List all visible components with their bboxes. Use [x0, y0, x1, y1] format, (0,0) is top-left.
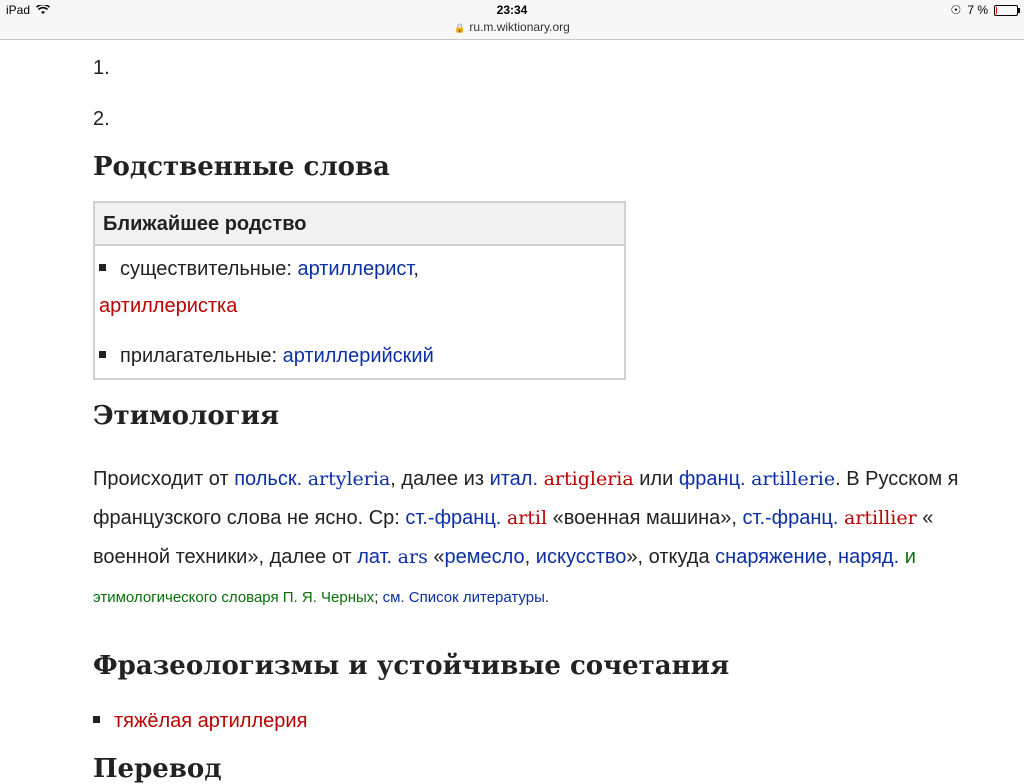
- text: «военная машина»,: [547, 507, 743, 529]
- section-heading-translation[interactable]: Перевод: [93, 754, 222, 784]
- word-artyleria: artyleria: [307, 468, 391, 490]
- word-artillerie: artillerie: [751, 468, 836, 490]
- link-remeslo[interactable]: ремесло: [445, 546, 525, 568]
- text: французского слова не ясно. Ср:: [93, 507, 406, 529]
- clock: 23:34: [496, 3, 528, 17]
- link-italian[interactable]: итал.: [490, 468, 538, 490]
- battery-icon: [994, 4, 1020, 16]
- redlink-artilleristka[interactable]: артиллеристка: [99, 295, 237, 317]
- text: ;: [374, 589, 383, 606]
- battery-percent: 7 %: [967, 3, 988, 17]
- rotation-lock-icon: ☉: [950, 3, 962, 17]
- adj-label: прилагательные:: [120, 345, 278, 367]
- text: ,: [826, 546, 839, 568]
- section-heading-phrases[interactable]: Фразеологизмы и устойчивые сочетания: [93, 651, 729, 681]
- word-artil: artil: [506, 507, 548, 529]
- section-heading-related[interactable]: Родственные слова: [93, 152, 390, 182]
- word-ars: ars: [397, 546, 428, 568]
- text: военной техники», далее от: [93, 546, 358, 568]
- section-heading-etymology[interactable]: Этимология: [93, 401, 279, 431]
- related-words-box: Ближайшее родство существительные: артил…: [93, 201, 626, 380]
- meaning-number-2: 2.: [93, 108, 110, 130]
- etymology-source-line: этимологического словаря П. Я. Черных; с…: [93, 589, 549, 606]
- link-polish[interactable]: польск.: [234, 468, 302, 490]
- text: «: [916, 507, 934, 529]
- word-artigleria: artigleria: [543, 468, 634, 490]
- link-literature-list[interactable]: см. Список литературы: [383, 589, 545, 606]
- related-adj-line: прилагательные: артиллерийский: [99, 345, 434, 368]
- related-nouns-line: существительные: артиллерист,: [99, 258, 419, 281]
- link-old-french-2[interactable]: ст.-франц.: [743, 507, 839, 529]
- link-naryad[interactable]: наряд.: [838, 546, 899, 568]
- link-french[interactable]: франц.: [679, 468, 746, 490]
- text: », откуда: [626, 546, 716, 568]
- bullet-icon: [93, 716, 100, 724]
- nouns-label: существительные:: [120, 258, 292, 280]
- link-latin[interactable]: лат.: [357, 546, 392, 568]
- phrase-item: тяжёлая артиллерия: [93, 710, 307, 733]
- link-snaryazhenie[interactable]: снаряжение: [715, 546, 827, 568]
- lock-icon: 🔒: [454, 23, 466, 33]
- meaning-number-1: 1.: [93, 57, 110, 79]
- word-artillier: artillier: [844, 507, 917, 529]
- text: .: [544, 589, 550, 606]
- text: или: [633, 468, 679, 490]
- redlink-heavy-artillery[interactable]: тяжёлая артиллерия: [114, 710, 307, 732]
- bullet-icon: [99, 264, 106, 272]
- etymology-line-1: Происходит от польск. artyleria, далее и…: [93, 468, 958, 491]
- text: и: [899, 546, 916, 568]
- text: , далее из: [390, 468, 490, 490]
- link-artillerist[interactable]: артиллерист: [297, 258, 413, 280]
- text: ,: [524, 546, 536, 568]
- link-chernykh-dictionary[interactable]: этимологического словаря П. Я. Черных: [93, 589, 374, 606]
- status-right: ☉ 7 %: [950, 3, 1020, 17]
- link-iskusstvo[interactable]: искусство: [536, 546, 627, 568]
- related-nouns-line-2: артиллеристка: [99, 295, 237, 318]
- link-artilleriyskiy[interactable]: артиллерийский: [283, 345, 434, 367]
- text: «: [427, 546, 445, 568]
- text: Происходит от: [93, 468, 235, 490]
- etymology-line-3: военной техники», далее от лат. ars «рем…: [93, 546, 916, 569]
- etymology-line-2: французского слова не ясно. Ср: ст.-фран…: [93, 507, 933, 530]
- bullet-icon: [99, 351, 106, 359]
- text: . В Русском я: [835, 468, 959, 490]
- comma: ,: [413, 258, 419, 280]
- url-text: ru.m.wiktionary.org: [469, 20, 570, 34]
- related-box-title[interactable]: Ближайшее родство: [95, 203, 624, 246]
- address-bar[interactable]: 🔒 ru.m.wiktionary.org: [0, 20, 1024, 34]
- link-old-french[interactable]: ст.-франц.: [405, 507, 501, 529]
- status-bar: iPad 23:34 🔒 ru.m.wiktionary.org ☉ 7 %: [0, 0, 1024, 40]
